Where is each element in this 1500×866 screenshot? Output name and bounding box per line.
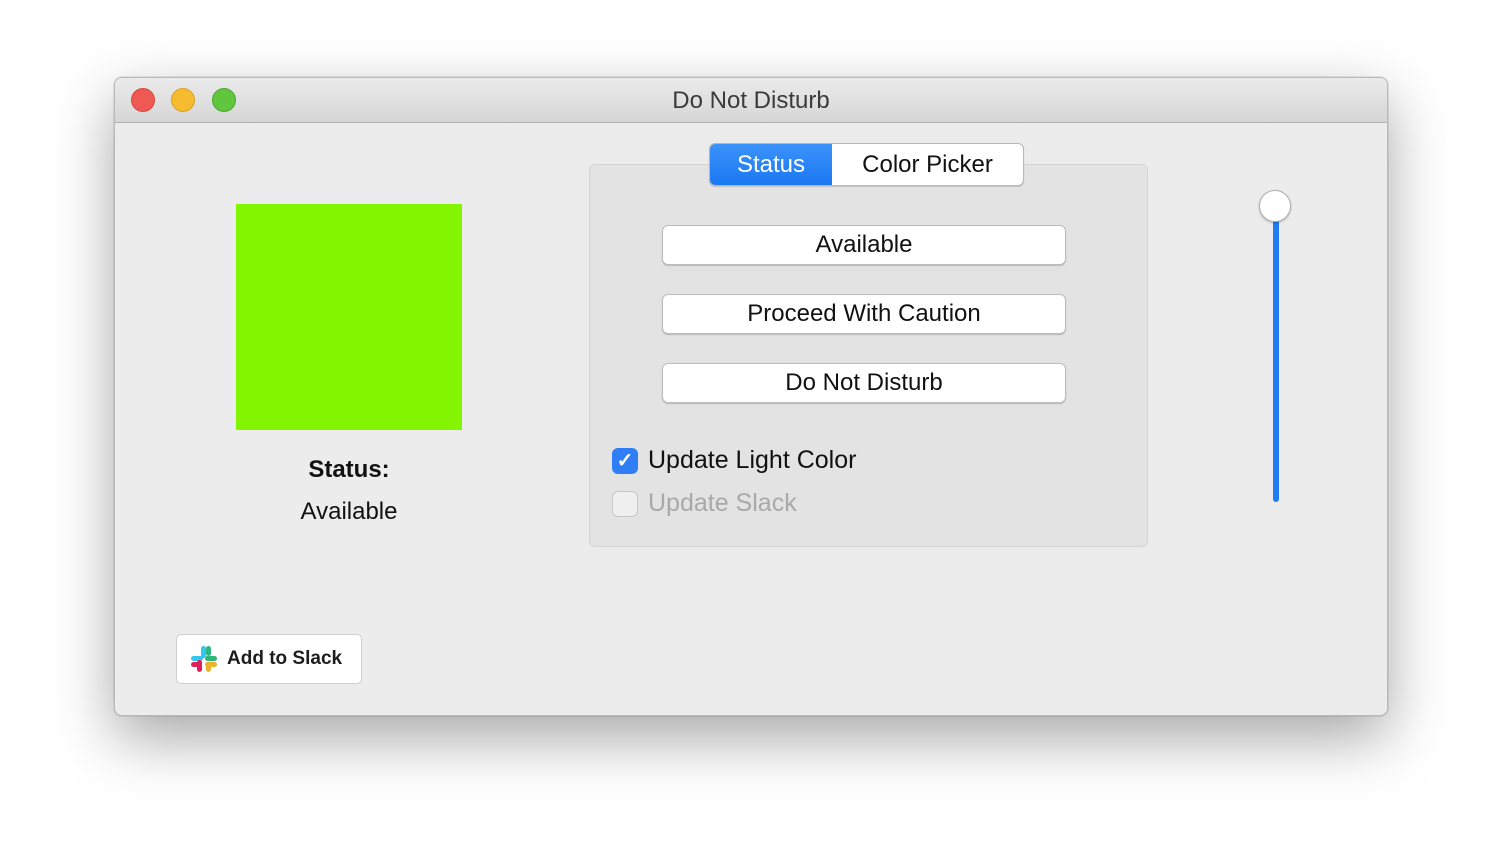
brightness-slider-knob[interactable] bbox=[1259, 190, 1291, 222]
update-light-color-label: Update Light Color bbox=[648, 446, 857, 474]
add-to-slack-label: Add to Slack bbox=[227, 648, 343, 669]
tab-status[interactable]: Status bbox=[710, 144, 832, 185]
status-value: Available bbox=[300, 498, 398, 525]
do-not-disturb-button[interactable]: Do Not Disturb bbox=[662, 363, 1066, 403]
update-slack-label: Update Slack bbox=[648, 489, 797, 517]
add-to-slack-button[interactable]: Add to Slack bbox=[176, 634, 362, 684]
update-slack-checkbox: Update Slack bbox=[612, 489, 797, 518]
checkmark-icon[interactable]: ✓ bbox=[612, 447, 638, 474]
available-button[interactable]: Available bbox=[662, 225, 1066, 265]
checkbox-empty-icon bbox=[612, 490, 638, 517]
status-color-swatch bbox=[236, 204, 462, 430]
brightness-slider-track[interactable] bbox=[1273, 206, 1279, 502]
window-title: Do Not Disturb bbox=[672, 87, 830, 114]
tab-bar: Status Color Picker bbox=[709, 143, 1024, 186]
title-bar[interactable]: Do Not Disturb bbox=[115, 78, 1387, 123]
app-window: Do Not Disturb Status: Available Status … bbox=[114, 77, 1388, 716]
status-label: Status: bbox=[308, 456, 390, 483]
slack-logo-icon bbox=[191, 646, 217, 672]
tab-color-picker[interactable]: Color Picker bbox=[832, 144, 1023, 185]
update-light-color-checkbox[interactable]: ✓ Update Light Color bbox=[612, 446, 856, 475]
proceed-with-caution-button[interactable]: Proceed With Caution bbox=[662, 294, 1066, 334]
